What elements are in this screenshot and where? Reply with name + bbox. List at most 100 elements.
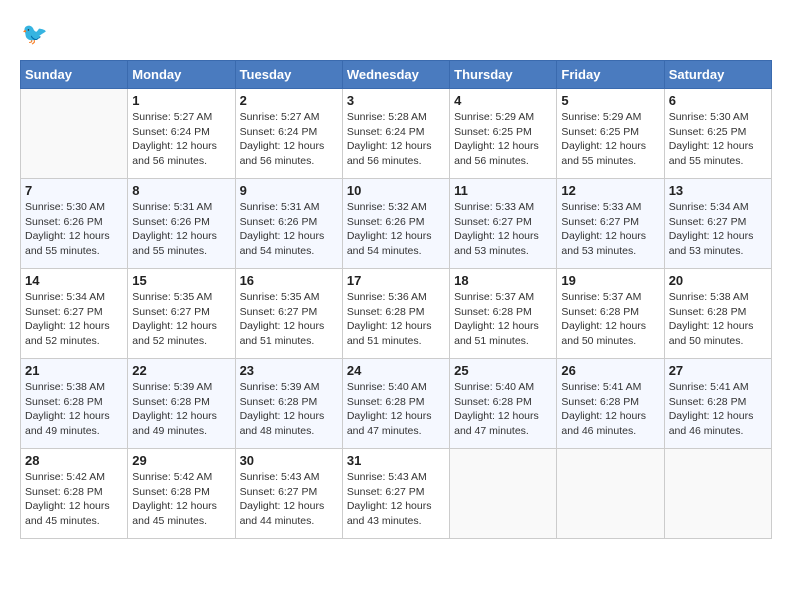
day-info: Sunrise: 5:42 AM Sunset: 6:28 PM Dayligh… bbox=[25, 470, 123, 529]
day-number: 12 bbox=[561, 183, 659, 198]
day-number: 4 bbox=[454, 93, 552, 108]
calendar-cell: 25 Sunrise: 5:40 AM Sunset: 6:28 PM Dayli… bbox=[450, 359, 557, 449]
day-number: 9 bbox=[240, 183, 338, 198]
day-info: Sunrise: 5:39 AM Sunset: 6:28 PM Dayligh… bbox=[132, 380, 230, 439]
calendar-cell: 20 Sunrise: 5:38 AM Sunset: 6:28 PM Dayli… bbox=[664, 269, 771, 359]
calendar-week-1: 1Sunrise: 5:27 AM Sunset: 6:24 PM Daylig… bbox=[21, 89, 772, 179]
calendar-cell bbox=[21, 89, 128, 179]
day-info: Sunrise: 5:38 AM Sunset: 6:28 PM Dayligh… bbox=[25, 380, 123, 439]
day-info: Sunrise: 5:30 AM Sunset: 6:26 PM Dayligh… bbox=[25, 200, 123, 259]
header-sunday: Sunday bbox=[21, 61, 128, 89]
day-number: 6 bbox=[669, 93, 767, 108]
calendar-cell: 8 Sunrise: 5:31 AM Sunset: 6:26 PM Daylig… bbox=[128, 179, 235, 269]
day-number: 17 bbox=[347, 273, 445, 288]
calendar-cell: 24 Sunrise: 5:40 AM Sunset: 6:28 PM Dayli… bbox=[342, 359, 449, 449]
calendar-week-2: 7 Sunrise: 5:30 AM Sunset: 6:26 PM Daylig… bbox=[21, 179, 772, 269]
day-number: 30 bbox=[240, 453, 338, 468]
day-info: Sunrise: 5:37 AM Sunset: 6:28 PM Dayligh… bbox=[454, 290, 552, 349]
calendar-cell: 14 Sunrise: 5:34 AM Sunset: 6:27 PM Dayli… bbox=[21, 269, 128, 359]
day-number: 20 bbox=[669, 273, 767, 288]
day-number: 14 bbox=[25, 273, 123, 288]
logo: 🐦 bbox=[20, 20, 54, 50]
day-info: Sunrise: 5:29 AM Sunset: 6:25 PM Dayligh… bbox=[561, 110, 659, 169]
day-info: Sunrise: 5:30 AM Sunset: 6:25 PM Dayligh… bbox=[669, 110, 767, 169]
day-number: 10 bbox=[347, 183, 445, 198]
day-info: Sunrise: 5:41 AM Sunset: 6:28 PM Dayligh… bbox=[561, 380, 659, 439]
day-info: Sunrise: 5:31 AM Sunset: 6:26 PM Dayligh… bbox=[132, 200, 230, 259]
day-number: 25 bbox=[454, 363, 552, 378]
day-number: 21 bbox=[25, 363, 123, 378]
day-number: 2 bbox=[240, 93, 338, 108]
day-number: 22 bbox=[132, 363, 230, 378]
calendar-cell: 31 Sunrise: 5:43 AM Sunset: 6:27 PM Dayli… bbox=[342, 449, 449, 539]
day-number: 8 bbox=[132, 183, 230, 198]
calendar-cell: 29Sunrise: 5:42 AM Sunset: 6:28 PM Dayli… bbox=[128, 449, 235, 539]
day-number: 5 bbox=[561, 93, 659, 108]
calendar-cell: 9Sunrise: 5:31 AM Sunset: 6:26 PM Daylig… bbox=[235, 179, 342, 269]
header-saturday: Saturday bbox=[664, 61, 771, 89]
calendar-cell: 22 Sunrise: 5:39 AM Sunset: 6:28 PM Dayli… bbox=[128, 359, 235, 449]
calendar-cell: 11Sunrise: 5:33 AM Sunset: 6:27 PM Dayli… bbox=[450, 179, 557, 269]
day-number: 26 bbox=[561, 363, 659, 378]
calendar-cell: 30 Sunrise: 5:43 AM Sunset: 6:27 PM Dayli… bbox=[235, 449, 342, 539]
calendar-cell: 4 Sunrise: 5:29 AM Sunset: 6:25 PM Daylig… bbox=[450, 89, 557, 179]
day-number: 19 bbox=[561, 273, 659, 288]
day-info: Sunrise: 5:29 AM Sunset: 6:25 PM Dayligh… bbox=[454, 110, 552, 169]
day-info: Sunrise: 5:39 AM Sunset: 6:28 PM Dayligh… bbox=[240, 380, 338, 439]
day-info: Sunrise: 5:32 AM Sunset: 6:26 PM Dayligh… bbox=[347, 200, 445, 259]
header-tuesday: Tuesday bbox=[235, 61, 342, 89]
day-number: 23 bbox=[240, 363, 338, 378]
day-info: Sunrise: 5:37 AM Sunset: 6:28 PM Dayligh… bbox=[561, 290, 659, 349]
calendar-cell: 21 Sunrise: 5:38 AM Sunset: 6:28 PM Dayli… bbox=[21, 359, 128, 449]
day-info: Sunrise: 5:40 AM Sunset: 6:28 PM Dayligh… bbox=[347, 380, 445, 439]
day-info: Sunrise: 5:41 AM Sunset: 6:28 PM Dayligh… bbox=[669, 380, 767, 439]
day-info: Sunrise: 5:33 AM Sunset: 6:27 PM Dayligh… bbox=[561, 200, 659, 259]
calendar-cell: 18 Sunrise: 5:37 AM Sunset: 6:28 PM Dayli… bbox=[450, 269, 557, 359]
logo-icon: 🐦 bbox=[20, 20, 50, 50]
day-info: Sunrise: 5:34 AM Sunset: 6:27 PM Dayligh… bbox=[25, 290, 123, 349]
calendar-cell: 26 Sunrise: 5:41 AM Sunset: 6:28 PM Dayli… bbox=[557, 359, 664, 449]
day-number: 13 bbox=[669, 183, 767, 198]
day-info: Sunrise: 5:34 AM Sunset: 6:27 PM Dayligh… bbox=[669, 200, 767, 259]
day-number: 7 bbox=[25, 183, 123, 198]
header-thursday: Thursday bbox=[450, 61, 557, 89]
day-info: Sunrise: 5:35 AM Sunset: 6:27 PM Dayligh… bbox=[240, 290, 338, 349]
day-info: Sunrise: 5:35 AM Sunset: 6:27 PM Dayligh… bbox=[132, 290, 230, 349]
calendar-cell: 16 Sunrise: 5:35 AM Sunset: 6:27 PM Dayli… bbox=[235, 269, 342, 359]
calendar-cell: 19 Sunrise: 5:37 AM Sunset: 6:28 PM Dayli… bbox=[557, 269, 664, 359]
day-info: Sunrise: 5:43 AM Sunset: 6:27 PM Dayligh… bbox=[240, 470, 338, 529]
day-number: 18 bbox=[454, 273, 552, 288]
calendar-cell: 23 Sunrise: 5:39 AM Sunset: 6:28 PM Dayli… bbox=[235, 359, 342, 449]
day-number: 16 bbox=[240, 273, 338, 288]
calendar-cell: 28 Sunrise: 5:42 AM Sunset: 6:28 PM Dayli… bbox=[21, 449, 128, 539]
calendar-week-3: 14 Sunrise: 5:34 AM Sunset: 6:27 PM Dayli… bbox=[21, 269, 772, 359]
calendar-cell: 6 Sunrise: 5:30 AM Sunset: 6:25 PM Daylig… bbox=[664, 89, 771, 179]
day-info: Sunrise: 5:36 AM Sunset: 6:28 PM Dayligh… bbox=[347, 290, 445, 349]
calendar-cell: 13 Sunrise: 5:34 AM Sunset: 6:27 PM Dayli… bbox=[664, 179, 771, 269]
calendar-cell: 10 Sunrise: 5:32 AM Sunset: 6:26 PM Dayli… bbox=[342, 179, 449, 269]
day-info: Sunrise: 5:42 AM Sunset: 6:28 PM Dayligh… bbox=[132, 470, 230, 529]
calendar-cell bbox=[664, 449, 771, 539]
header-wednesday: Wednesday bbox=[342, 61, 449, 89]
calendar-cell: 12 Sunrise: 5:33 AM Sunset: 6:27 PM Dayli… bbox=[557, 179, 664, 269]
day-info: Sunrise: 5:43 AM Sunset: 6:27 PM Dayligh… bbox=[347, 470, 445, 529]
calendar-cell: 7 Sunrise: 5:30 AM Sunset: 6:26 PM Daylig… bbox=[21, 179, 128, 269]
calendar-cell: 3 Sunrise: 5:28 AM Sunset: 6:24 PM Daylig… bbox=[342, 89, 449, 179]
day-info: Sunrise: 5:38 AM Sunset: 6:28 PM Dayligh… bbox=[669, 290, 767, 349]
day-number: 28 bbox=[25, 453, 123, 468]
calendar-cell bbox=[557, 449, 664, 539]
calendar-cell: 2Sunrise: 5:27 AM Sunset: 6:24 PM Daylig… bbox=[235, 89, 342, 179]
svg-text:🐦: 🐦 bbox=[22, 23, 48, 46]
calendar-cell: 1Sunrise: 5:27 AM Sunset: 6:24 PM Daylig… bbox=[128, 89, 235, 179]
day-info: Sunrise: 5:33 AM Sunset: 6:27 PM Dayligh… bbox=[454, 200, 552, 259]
day-number: 15 bbox=[132, 273, 230, 288]
calendar-week-4: 21 Sunrise: 5:38 AM Sunset: 6:28 PM Dayli… bbox=[21, 359, 772, 449]
day-number: 1 bbox=[132, 93, 230, 108]
day-number: 31 bbox=[347, 453, 445, 468]
header-monday: Monday bbox=[128, 61, 235, 89]
day-info: Sunrise: 5:40 AM Sunset: 6:28 PM Dayligh… bbox=[454, 380, 552, 439]
day-number: 3 bbox=[347, 93, 445, 108]
calendar-cell: 15 Sunrise: 5:35 AM Sunset: 6:27 PM Dayli… bbox=[128, 269, 235, 359]
day-info: Sunrise: 5:28 AM Sunset: 6:24 PM Dayligh… bbox=[347, 110, 445, 169]
day-number: 24 bbox=[347, 363, 445, 378]
